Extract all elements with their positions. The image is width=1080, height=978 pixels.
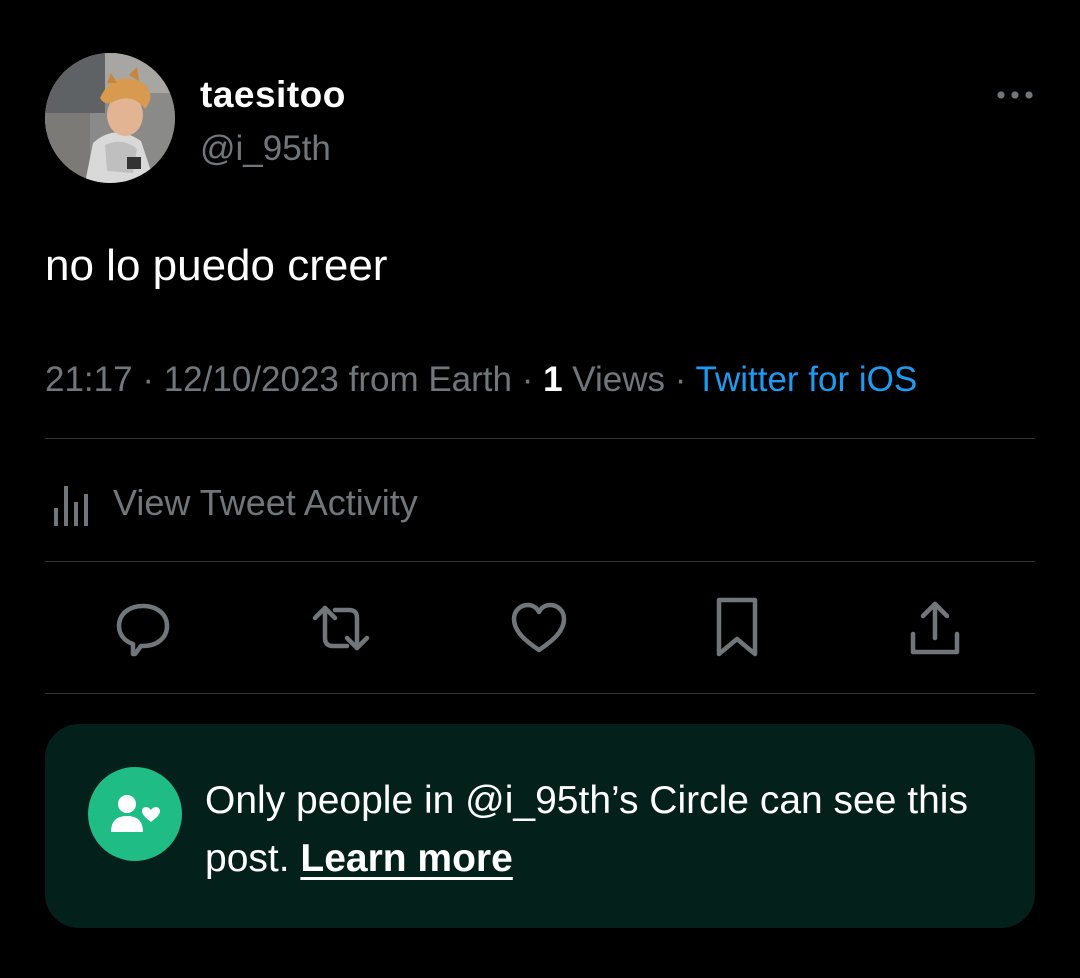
display-name[interactable]: taesitoo xyxy=(200,73,346,117)
reply-icon xyxy=(116,603,170,657)
people-heart-icon xyxy=(111,795,160,832)
divider xyxy=(45,693,1035,694)
reply-button[interactable] xyxy=(111,596,175,660)
heart-icon xyxy=(511,602,567,653)
meta-separator: · xyxy=(511,360,544,399)
share-icon xyxy=(910,601,960,655)
tweet-date-location: 12/10/2023 from Earth xyxy=(163,360,512,399)
share-button[interactable] xyxy=(903,596,967,660)
handle[interactable]: @i_95th xyxy=(200,127,346,171)
tweet-text: no lo puedo creer xyxy=(45,241,388,290)
author-names[interactable]: taesitoo @i_95th xyxy=(200,73,346,171)
tweet-meta: 21:17 · 12/10/2023 from Earth · 1 Views … xyxy=(45,358,917,402)
circle-notice-text: Only people in @i_95th’s Circle can see … xyxy=(205,772,985,888)
client-link[interactable]: Twitter for iOS xyxy=(696,360,918,399)
bookmark-icon xyxy=(716,597,758,657)
view-tweet-activity-button[interactable]: View Tweet Activity xyxy=(45,478,418,528)
retweet-button[interactable] xyxy=(309,596,373,660)
circle-notice: Only people in @i_95th’s Circle can see … xyxy=(45,724,1035,928)
profile-photo-icon xyxy=(45,53,175,183)
views-count: 1 xyxy=(543,360,563,399)
more-options-button[interactable] xyxy=(995,83,1035,107)
meta-separator: · xyxy=(665,360,696,399)
action-bar xyxy=(45,596,1035,660)
tweet-time: 21:17 xyxy=(45,360,133,399)
meta-separator: · xyxy=(132,360,164,399)
circle-people-icon xyxy=(88,767,182,861)
views-label: Views xyxy=(572,360,666,399)
tweet-header: taesitoo @i_95th xyxy=(45,53,1035,183)
retweet-icon xyxy=(312,605,370,651)
divider xyxy=(45,561,1035,562)
learn-more-link[interactable]: Learn more xyxy=(300,837,512,880)
bar-chart-icon xyxy=(54,486,88,526)
bookmark-button[interactable] xyxy=(705,596,769,660)
like-button[interactable] xyxy=(507,596,571,660)
avatar[interactable] xyxy=(45,53,175,183)
divider xyxy=(45,438,1035,439)
view-tweet-activity-label: View Tweet Activity xyxy=(113,482,418,523)
more-icon xyxy=(997,91,1033,99)
